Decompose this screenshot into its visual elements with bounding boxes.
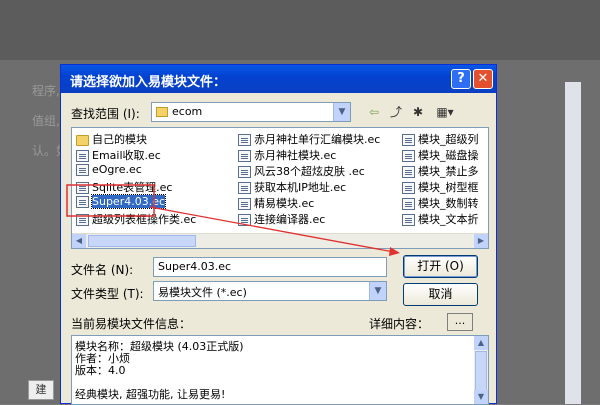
file-icon: [238, 182, 251, 194]
file-icon: [76, 182, 89, 194]
file-name: 获取本机IP地址.ec: [254, 181, 347, 194]
file-name: 精易模块.ec: [254, 197, 315, 210]
file-name: eOgre.ec: [92, 163, 142, 176]
file-name: Email收取.ec: [92, 149, 161, 162]
filename-label: 文件名 (N):: [71, 263, 134, 277]
file-name: 模块_数制转: [418, 197, 479, 210]
file-item[interactable]: 模块_文本折: [402, 211, 479, 227]
file-icon: [76, 196, 89, 208]
lookin-value: ecom: [156, 105, 202, 118]
file-name: 模块_磁盘操: [418, 149, 479, 162]
open-button[interactable]: 打开 (O): [403, 255, 478, 278]
info-label: 当前易模块文件信息：: [71, 317, 192, 331]
file-item[interactable]: 模块_禁止多: [402, 163, 479, 179]
file-item[interactable]: 超级列表框操作类.ec: [76, 211, 196, 227]
module-info-box[interactable]: 模块名称：超级模块 (4.03正式版) 作者：小烦 版本：4.0 经典模块, 超…: [71, 335, 489, 405]
info-line: 经典模块, 超强功能, 让易更易!: [75, 388, 226, 401]
file-icon: [76, 150, 89, 162]
file-item[interactable]: 模块_树型框: [402, 179, 479, 195]
file-item[interactable]: 精易模块.ec: [238, 195, 314, 211]
scroll-thumb[interactable]: [475, 351, 487, 391]
file-icon: [402, 134, 415, 146]
lookin-combo[interactable]: ecom ▼: [151, 102, 351, 122]
background-tab[interactable]: 建: [28, 380, 54, 400]
cancel-button[interactable]: 取消: [403, 283, 478, 306]
scroll-left-icon[interactable]: ◀: [72, 234, 86, 248]
vertical-scrollbar[interactable]: ▲ ▼: [474, 336, 488, 404]
file-name: Super4.03.ec: [90, 194, 167, 209]
file-icon: [238, 134, 251, 146]
filetype-value: 易模块文件 (*.ec): [158, 286, 247, 299]
background-right-strip: [565, 82, 581, 404]
folder-icon: [156, 107, 168, 117]
file-icon: [402, 182, 415, 194]
help-button[interactable]: ?: [451, 69, 471, 89]
filename-value: Super4.03.ec: [158, 260, 232, 273]
file-icon: [402, 198, 415, 210]
detail-button[interactable]: ...: [447, 313, 473, 331]
dialog-title-bar[interactable]: 请选择欲加入易模块文件： ? ✕: [61, 65, 496, 93]
back-icon[interactable]: ⇦: [365, 103, 383, 121]
file-name: 模块_超级列: [418, 133, 479, 146]
file-icon: [238, 214, 251, 226]
file-icon: [238, 166, 251, 178]
file-item[interactable]: 模块_数制转: [402, 195, 479, 211]
new-folder-icon[interactable]: ✱: [409, 103, 427, 121]
filetype-combo[interactable]: 易模块文件 (*.ec) ▼: [153, 281, 387, 301]
scroll-right-icon[interactable]: ▶: [474, 234, 488, 248]
file-item[interactable]: 模块_磁盘操: [402, 147, 479, 163]
file-item[interactable]: eOgre.ec: [76, 163, 142, 179]
scroll-thumb[interactable]: [88, 235, 196, 247]
file-name: Sqlite表管理.ec: [92, 181, 173, 194]
file-item[interactable]: 风云38个超炫皮肤 .ec: [238, 163, 365, 179]
file-icon: [238, 150, 251, 162]
lookin-label: 查找范围 (I):: [71, 107, 140, 121]
detail-label: 详细内容：: [369, 317, 430, 331]
file-name: 自己的模块: [92, 133, 147, 146]
lookin-folder-name: ecom: [172, 105, 203, 118]
file-item[interactable]: 赤月神社模块.ec: [238, 147, 336, 163]
file-item[interactable]: 获取本机IP地址.ec: [238, 179, 346, 195]
file-icon: [402, 166, 415, 178]
chevron-down-icon[interactable]: ▼: [333, 103, 350, 121]
file-item[interactable]: 模块_超级列: [402, 131, 479, 147]
file-icon: [402, 150, 415, 162]
scroll-up-icon[interactable]: ▲: [474, 336, 488, 350]
file-item[interactable]: Super4.03.ec: [76, 194, 167, 211]
folder-icon: [76, 134, 89, 146]
background-text-1: 程序,: [32, 84, 60, 98]
file-name: 模块_树型框: [418, 181, 479, 194]
file-name: 风云38个超炫皮肤 .ec: [254, 165, 365, 178]
dialog-title: 请选择欲加入易模块文件：: [70, 75, 227, 90]
scroll-down-icon[interactable]: ▼: [474, 390, 488, 404]
up-folder-icon[interactable]: ⤴: [387, 103, 405, 121]
filename-field[interactable]: Super4.03.ec: [153, 257, 387, 277]
file-icon: [238, 198, 251, 210]
view-menu-icon[interactable]: ▦▾: [431, 103, 459, 121]
file-name: 赤月神社模块.ec: [254, 149, 337, 162]
file-item[interactable]: 赤月神社单行汇编模块.ec: [238, 131, 380, 147]
horizontal-scrollbar[interactable]: ◀ ▶: [72, 233, 488, 248]
close-button[interactable]: ✕: [473, 69, 493, 89]
file-name: 超级列表框操作类.ec: [92, 213, 197, 226]
background-top-bar: [0, 0, 600, 60]
file-item[interactable]: Sqlite表管理.ec: [76, 179, 172, 195]
file-name: 连接编译器.ec: [254, 213, 326, 226]
open-file-dialog: 请选择欲加入易模块文件： ? ✕ 查找范围 (I): ecom ▼ ⇦ ⤴ ✱ …: [60, 64, 497, 405]
file-icon: [76, 214, 89, 226]
chevron-down-icon[interactable]: ▼: [369, 282, 386, 300]
file-list[interactable]: 自己的模块 Email收取.ec eOgre.ec Sqlite表管理.ec Super…: [71, 127, 489, 249]
filetype-label: 文件类型 (T):: [71, 287, 144, 301]
file-item[interactable]: 连接编译器.ec: [238, 211, 325, 227]
file-name: 赤月神社单行汇编模块.ec: [254, 133, 381, 146]
file-name: 模块_禁止多: [418, 165, 479, 178]
info-line: 版本：4.0: [75, 364, 126, 377]
file-icon: [76, 164, 89, 176]
folder-item[interactable]: 自己的模块: [76, 131, 147, 147]
file-item[interactable]: Email收取.ec: [76, 147, 161, 163]
file-name: 模块_文本折: [418, 213, 479, 226]
file-icon: [402, 214, 415, 226]
